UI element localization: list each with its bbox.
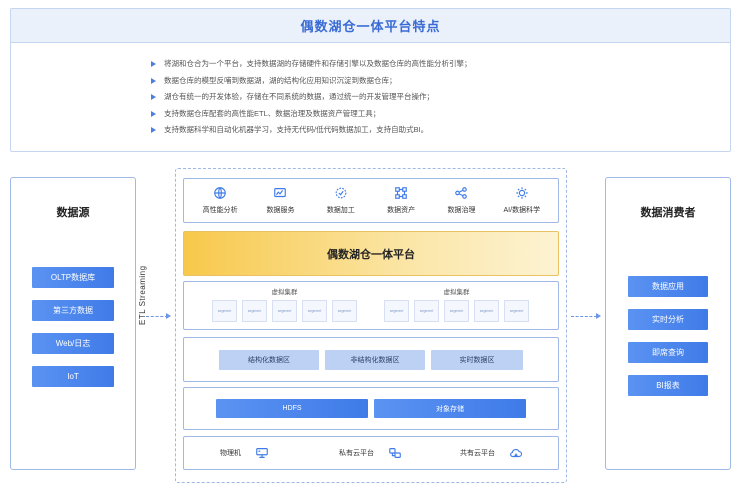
infra-private-cloud[interactable]: 私有云平台 xyxy=(339,446,402,460)
capability-data-processing[interactable]: 数据加工 xyxy=(311,186,371,215)
chart-monitor-icon xyxy=(274,188,287,198)
infra-physical[interactable]: 物理机 xyxy=(220,446,269,460)
data-zones-row: 结构化数据区 非结构化数据区 实时数据区 xyxy=(183,337,559,382)
consumer-item-adhoc[interactable]: 即席查询 xyxy=(628,342,708,363)
public-cloud-icon xyxy=(510,448,523,458)
triangle-bullet-icon xyxy=(151,127,156,134)
data-consumers-panel: 数据消费者 数据应用 实时分析 即席查询 BI报表 xyxy=(605,177,731,470)
arrow-right-icon xyxy=(166,313,171,319)
capability-ai-science[interactable]: AI/数据科学 xyxy=(492,186,552,215)
segment-node: segment xyxy=(444,300,469,322)
zone-unstructured[interactable]: 非结构化数据区 xyxy=(325,349,425,370)
capability-data-governance[interactable]: 数据治理 xyxy=(431,186,491,215)
source-item-oltp[interactable]: OLTP数据库 xyxy=(32,267,114,288)
private-cloud-icon xyxy=(389,448,401,458)
network-icon xyxy=(395,187,407,199)
lakehouse-architecture: 高性能分析 数据服务 数据加工 数据资产 数据治理 AI/数据科学 偶数湖仓一体… xyxy=(175,168,567,483)
segment-node: segment xyxy=(302,300,327,322)
server-icon xyxy=(256,448,268,458)
virtual-cluster-2: 虚拟集群 segment segment segment segment seg… xyxy=(384,286,529,322)
triangle-bullet-icon xyxy=(151,77,156,84)
consumer-item-realtime[interactable]: 实时分析 xyxy=(628,309,708,330)
arrow-right-icon xyxy=(596,313,601,319)
gear-check-icon xyxy=(335,187,347,199)
zone-realtime[interactable]: 实时数据区 xyxy=(431,349,523,370)
virtual-cluster-1: 虚拟集群 segment segment segment segment seg… xyxy=(212,286,357,322)
virtual-clusters-row: 虚拟集群 segment segment segment segment seg… xyxy=(183,281,559,330)
feature-item: 支持数据仓库配套的高性能ETL、数据治理及数据资产管理工具； xyxy=(151,106,730,123)
feature-item: 湖仓有统一的开发体验，存储在不同系统的数据，通过统一的开发管理平台操作； xyxy=(151,89,730,106)
source-item-web-log[interactable]: Web/日志 xyxy=(32,333,114,354)
output-arrow xyxy=(571,316,597,317)
feature-item: 支持数据科学和自动化机器学习，支持无代码/低代码数据加工，支持自助式BI。 xyxy=(151,122,730,139)
source-item-iot[interactable]: IoT xyxy=(32,366,114,387)
storage-object[interactable]: 对象存储 xyxy=(374,399,526,418)
storage-row: HDFS 对象存储 xyxy=(183,387,559,430)
segment-node: segment xyxy=(242,300,267,322)
data-sources-panel: 数据源 OLTP数据库 第三方数据 Web/日志 IoT xyxy=(10,177,136,470)
zone-structured[interactable]: 结构化数据区 xyxy=(219,349,319,370)
globe-icon xyxy=(214,187,226,199)
feature-item: 将湖和仓合为一个平台，支持数据湖的存储硬件和存储引擎以及数据仓库的高性能分析引擎… xyxy=(151,56,730,73)
triangle-bullet-icon xyxy=(151,61,156,68)
capability-analytics[interactable]: 高性能分析 xyxy=(190,186,250,215)
ai-gear-icon xyxy=(516,187,528,199)
features-list: 将湖和仓合为一个平台，支持数据湖的存储硬件和存储引擎以及数据仓库的高性能分析引擎… xyxy=(11,43,730,139)
segment-node: segment xyxy=(414,300,439,322)
infrastructure-row: 物理机 私有云平台 共有云平台 xyxy=(183,436,559,470)
features-title: 偶数湖仓一体平台特点 xyxy=(11,9,730,43)
storage-hdfs[interactable]: HDFS xyxy=(216,399,368,418)
segment-node: segment xyxy=(474,300,499,322)
infra-public-cloud[interactable]: 共有云平台 xyxy=(460,446,523,460)
data-consumers-list: 数据应用 实时分析 即席查询 BI报表 xyxy=(606,276,730,396)
source-item-third-party[interactable]: 第三方数据 xyxy=(32,300,114,321)
nodes-icon xyxy=(455,187,468,199)
data-sources-title: 数据源 xyxy=(56,207,90,219)
capability-data-assets[interactable]: 数据资产 xyxy=(371,186,431,215)
feature-item: 数据仓库的模型反哺到数据湖，湖的结构化应用知识沉淀到数据仓库； xyxy=(151,73,730,90)
features-panel: 偶数湖仓一体平台特点 将湖和仓合为一个平台，支持数据湖的存储硬件和存储引擎以及数… xyxy=(10,8,731,152)
consumer-item-bi[interactable]: BI报表 xyxy=(628,375,708,396)
consumer-item-apps[interactable]: 数据应用 xyxy=(628,276,708,297)
segment-node: segment xyxy=(332,300,357,322)
segment-node: segment xyxy=(504,300,529,322)
capabilities-row: 高性能分析 数据服务 数据加工 数据资产 数据治理 AI/数据科学 xyxy=(183,178,559,223)
lakehouse-platform-banner: 偶数湖仓一体平台 xyxy=(183,231,559,276)
segment-node: segment xyxy=(272,300,297,322)
segment-node: segment xyxy=(384,300,409,322)
triangle-bullet-icon xyxy=(151,110,156,117)
data-sources-list: OLTP数据库 第三方数据 Web/日志 IoT xyxy=(11,267,135,387)
ingest-arrow xyxy=(146,316,168,317)
triangle-bullet-icon xyxy=(151,94,156,101)
capability-data-service[interactable]: 数据服务 xyxy=(250,186,310,215)
data-consumers-title: 数据消费者 xyxy=(640,207,696,219)
segment-node: segment xyxy=(212,300,237,322)
